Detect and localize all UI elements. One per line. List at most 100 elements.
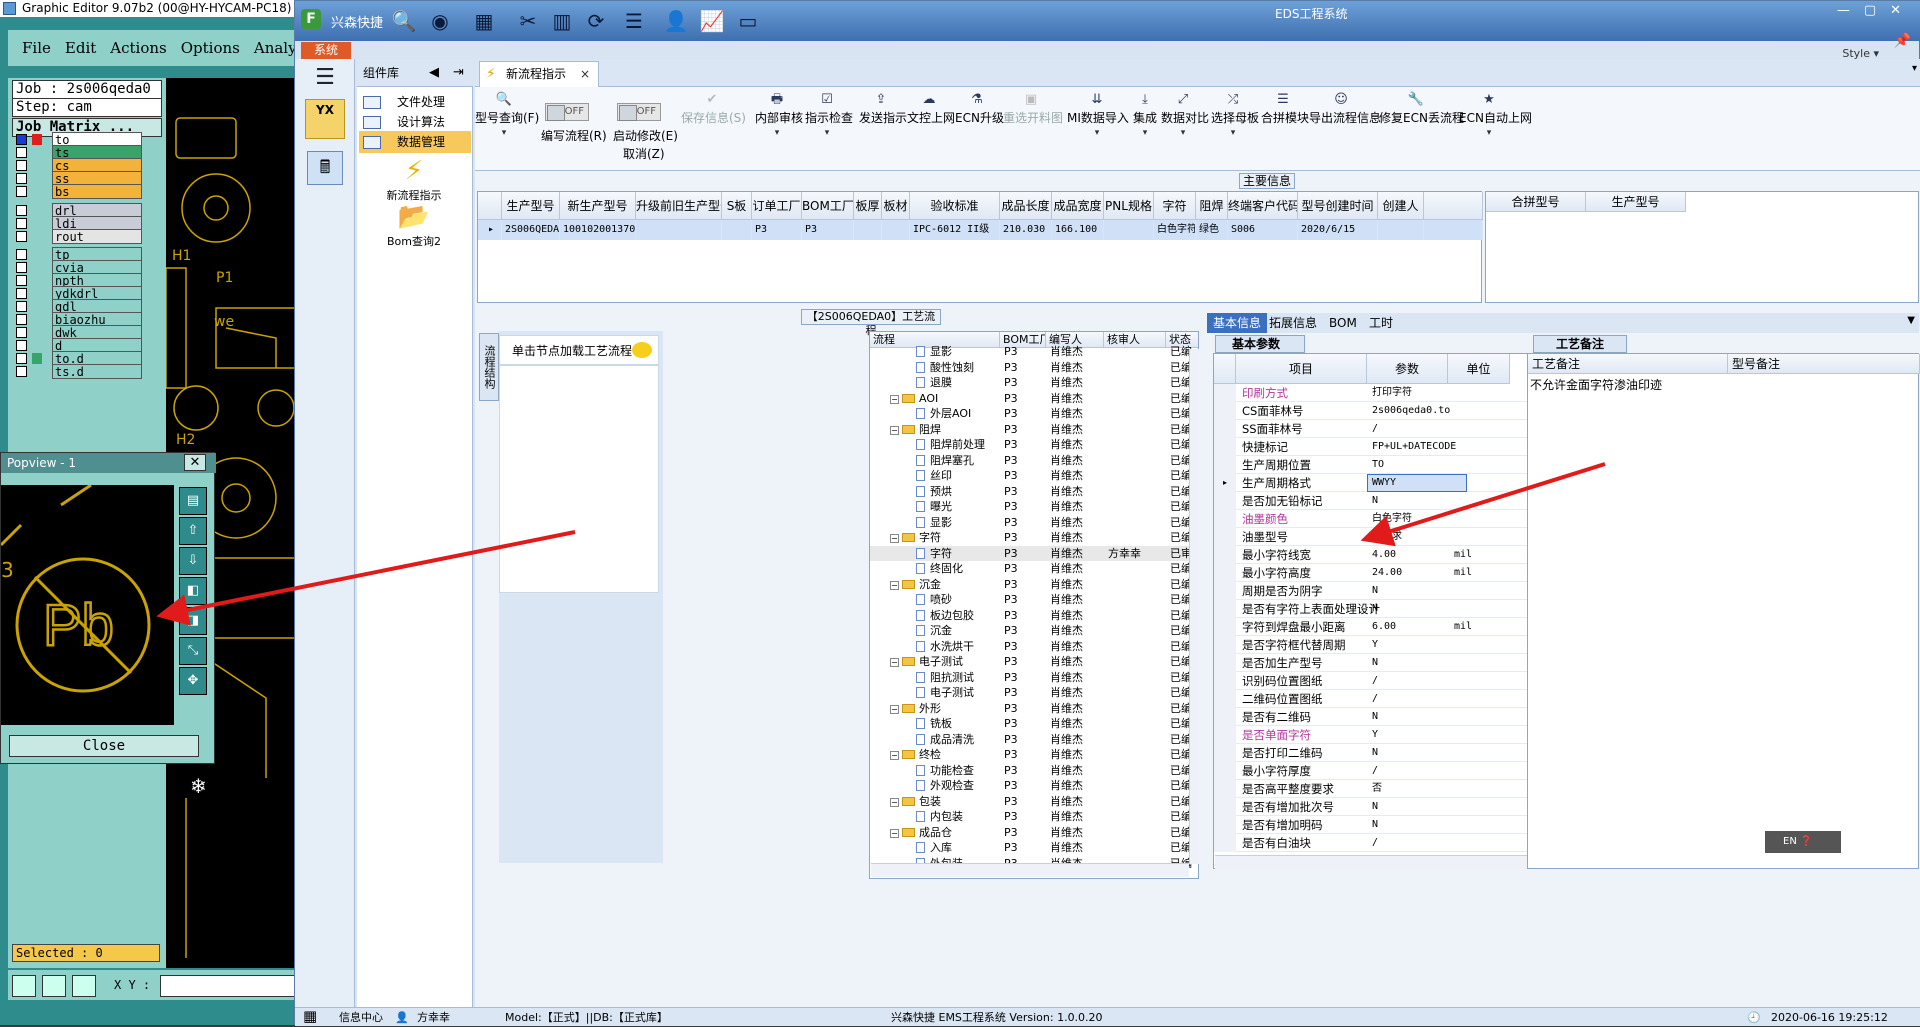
expand-toggle-icon[interactable]: − — [890, 580, 899, 590]
layer-checkbox[interactable] — [16, 314, 27, 325]
ribbon-button-13[interactable]: ☺ 导出流程信息 — [1309, 91, 1381, 153]
ribbon-button-5[interactable]: ☁ 文控上网 — [907, 91, 955, 153]
main-col-16[interactable]: 创建人 — [1378, 192, 1424, 220]
flow-row[interactable]: 显影 P3 肖维杰 已编 — [870, 344, 1192, 360]
component-item-0[interactable]: 文件处理 — [359, 91, 471, 113]
grid-apps-icon[interactable]: ▦ — [303, 1008, 317, 1025]
layer-checkbox[interactable] — [16, 134, 27, 145]
layer-row-rout[interactable]: rout — [12, 229, 162, 244]
main-cell-9[interactable]: 210.030 — [1000, 220, 1052, 240]
main-cell-10[interactable]: 166.100 — [1052, 220, 1104, 240]
layer-checkbox[interactable] — [16, 353, 27, 364]
flow-row[interactable]: 阻焊前处理 P3 肖维杰 已编 — [870, 437, 1192, 453]
load-flow-node[interactable]: 单击节点加载工艺流程 — [499, 335, 659, 365]
ribbon-button-9[interactable]: ⤓ 集成 ▾ — [1133, 91, 1157, 153]
flow-structure-tab[interactable]: 流程结构 — [479, 333, 499, 401]
ribbon-button-1[interactable]: ✔ 保存信息(S) — [681, 91, 746, 153]
popview-close-icon[interactable]: ✕ — [184, 454, 206, 471]
collapse-left-icon[interactable]: ◀ — [429, 59, 439, 87]
main-col-8[interactable]: 验收标准 — [910, 192, 1000, 220]
main-col-4[interactable]: 订单工厂 — [752, 192, 802, 220]
dropdown-arrow-icon[interactable]: ▾ — [755, 128, 799, 138]
layer-checkbox[interactable] — [16, 275, 27, 286]
flow-row[interactable]: 终固化 P3 肖维杰 已编 — [870, 561, 1192, 577]
cancel-label[interactable]: 取消(Z) — [623, 145, 665, 162]
layer-checkbox[interactable] — [16, 301, 27, 312]
param-value[interactable]: N — [1372, 582, 1378, 600]
info-tab-1[interactable]: 拓展信息 — [1263, 313, 1323, 333]
expand-toggle-icon[interactable]: − — [890, 751, 899, 760]
row-indicator[interactable]: ▸ — [478, 220, 502, 240]
param-value[interactable]: WWYY — [1372, 474, 1396, 492]
layer-checkbox[interactable] — [16, 186, 27, 197]
flow-row[interactable]: 丝印 P3 肖维杰 已编 — [870, 468, 1192, 484]
main-col-12[interactable]: 字符 — [1154, 192, 1196, 220]
layer-checkbox[interactable] — [16, 147, 27, 158]
param-value[interactable]: N — [1372, 708, 1378, 726]
merge-col-0[interactable]: 合拼型号 — [1486, 192, 1586, 212]
layer-checkbox[interactable] — [16, 218, 27, 229]
flow-row[interactable]: 成品清洗 P3 肖维杰 已编 — [870, 732, 1192, 748]
main-col-11[interactable]: PNL规格 — [1104, 192, 1154, 220]
search-icon[interactable]: 🔍 — [391, 8, 417, 34]
param-value[interactable]: N — [1372, 492, 1378, 510]
ge-menu-file[interactable]: File — [22, 39, 51, 57]
process-remarks-tab[interactable]: 工艺备注 — [1533, 335, 1627, 353]
param-value[interactable]: Y — [1372, 726, 1378, 744]
tab-dropdown-icon[interactable]: ▾ — [1912, 63, 1917, 74]
flow-row[interactable]: 内包装 P3 肖维杰 已编 — [870, 809, 1192, 825]
ge-menu-options[interactable]: Options — [181, 39, 240, 57]
flow-row[interactable]: − 成品仓 P3 肖维杰 已编 — [870, 825, 1192, 841]
main-cell-7[interactable] — [882, 220, 910, 240]
layer-row-ts.d[interactable]: ts.d — [12, 364, 162, 379]
param-value[interactable]: 24.00 — [1372, 564, 1402, 582]
flow-row[interactable]: − 沉金 P3 肖维杰 已编 — [870, 577, 1192, 593]
flow-row[interactable]: − 阻焊 P3 肖维杰 已编 — [870, 422, 1192, 438]
ribbon-button-12[interactable]: ☰ 合拼模块 — [1261, 91, 1309, 153]
flow-row[interactable]: 酸性蚀刻 P3 肖维杰 已编 — [870, 360, 1192, 376]
main-cell-14[interactable]: S006 — [1228, 220, 1298, 240]
pop-right-icon[interactable]: ◨ — [179, 607, 207, 635]
expand-toggle-icon[interactable]: − — [890, 425, 899, 435]
param-value[interactable]: TO — [1372, 456, 1384, 474]
step-field[interactable]: Step: cam — [12, 98, 162, 117]
flow-row[interactable]: − 外形 P3 肖维杰 已编 — [870, 701, 1192, 717]
flow-row[interactable]: 外层AOI P3 肖维杰 已编 — [870, 406, 1192, 422]
flow-row[interactable]: − AOI P3 肖维杰 已编 — [870, 391, 1192, 407]
main-cell-1[interactable]: 10010200137040 — [560, 220, 636, 240]
flow-row[interactable]: 电子测试 P3 肖维杰 已编 — [870, 685, 1192, 701]
flow-row[interactable]: 喷砂 P3 肖维杰 已编 — [870, 592, 1192, 608]
ge-menu-actions[interactable]: Actions — [110, 39, 166, 57]
dropdown-arrow-icon[interactable]: ▾ — [1067, 128, 1127, 138]
flow-row[interactable]: − 终检 P3 肖维杰 已编 — [870, 747, 1192, 763]
measure-icon[interactable] — [42, 975, 66, 997]
layer-checkbox[interactable] — [16, 288, 27, 299]
param-value[interactable]: N — [1372, 654, 1378, 672]
tab-new-process[interactable]: ⚡ 新流程指示 × — [479, 61, 599, 87]
user-icon[interactable]: 👤 — [663, 8, 689, 34]
param-value[interactable]: Y — [1372, 636, 1378, 654]
job-field[interactable]: Job : 2s006qeda0 — [12, 80, 162, 99]
param-value[interactable]: 6.00 — [1372, 618, 1396, 636]
param-value[interactable]: 白色字符 — [1372, 510, 1412, 528]
param-value[interactable]: / — [1372, 420, 1378, 438]
close-tab-icon[interactable]: × — [580, 62, 590, 86]
main-col-6[interactable]: 板厚 — [854, 192, 882, 220]
dropdown-arrow-icon[interactable]: ▾ — [1133, 128, 1157, 138]
flow-vertical-scrollbar[interactable] — [1189, 349, 1199, 864]
layer-checkbox[interactable] — [16, 160, 27, 171]
expand-toggle-icon[interactable]: − — [890, 828, 899, 838]
globe-icon[interactable]: ◉ — [427, 8, 453, 34]
dropdown-arrow-icon[interactable]: ▾ — [1459, 128, 1519, 138]
param-value[interactable]: N — [1372, 798, 1378, 816]
layer-checkbox[interactable] — [16, 231, 27, 242]
flow-row[interactable]: 阻焊塞孔 P3 肖维杰 已编 — [870, 453, 1192, 469]
main-col-2[interactable]: 升级前旧生产型号 — [636, 192, 722, 220]
param-value[interactable]: N — [1372, 816, 1378, 834]
toggle-0[interactable]: OFF — [545, 103, 589, 121]
expand-toggle-icon[interactable]: − — [890, 394, 899, 404]
zoom-icon[interactable] — [12, 975, 36, 997]
hamburger-menu-icon[interactable]: ☰ — [307, 63, 343, 93]
ribbon-button-14[interactable]: 🔧 修复ECN丢流程 — [1379, 91, 1464, 153]
big-icon-1[interactable]: 📂 Bom查询2 — [357, 201, 471, 249]
